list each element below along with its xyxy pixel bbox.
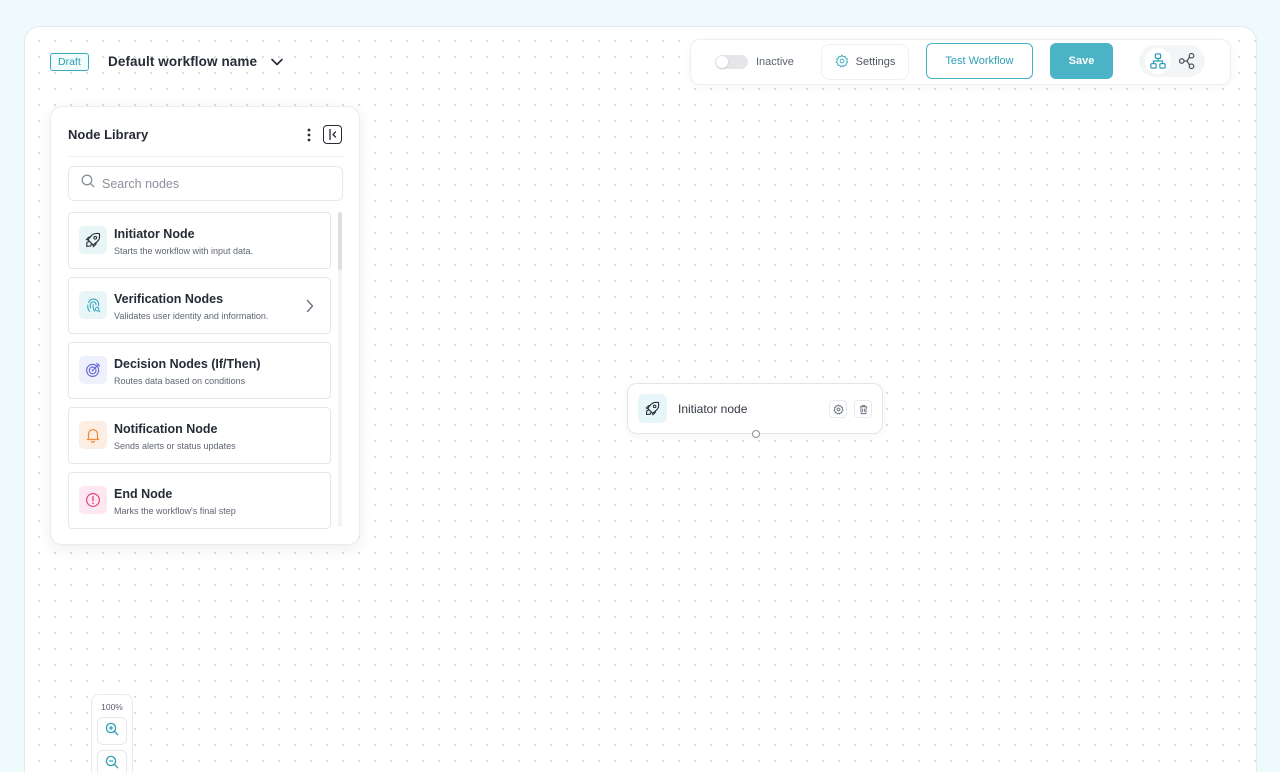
zoom-controls: 100% <box>91 694 133 772</box>
active-toggle[interactable] <box>715 55 748 69</box>
test-workflow-button[interactable]: Test Workflow <box>926 43 1033 79</box>
node-item-name: Verification Nodes <box>114 292 224 306</box>
toggle-label: Inactive <box>756 56 794 68</box>
search-box <box>68 166 343 201</box>
node-item-verification[interactable]: Verification Nodes Validates user identi… <box>68 277 331 334</box>
divider <box>68 156 344 157</box>
node-list: Initiator Node Starts the workflow with … <box>68 212 331 537</box>
panel-title: Node Library <box>68 127 149 142</box>
zoom-level: 100% <box>101 702 123 712</box>
rocket-icon <box>79 226 107 254</box>
settings-label: Settings <box>855 56 896 68</box>
scrollbar-thumb[interactable] <box>338 212 342 270</box>
search-input[interactable] <box>102 176 322 191</box>
status-badge: Draft <box>50 53 89 71</box>
canvas-node-initiator[interactable]: Initiator node <box>627 383 883 438</box>
zoom-in-button[interactable] <box>97 717 127 745</box>
node-item-initiator[interactable]: Initiator Node Starts the workflow with … <box>68 212 331 269</box>
node-item-desc: Routes data based on conditions <box>114 376 246 386</box>
save-button[interactable]: Save <box>1050 43 1113 79</box>
node-library-panel: Node Library Initiator Node Starts the w… <box>50 106 360 545</box>
workflow-canvas[interactable]: Draft Default workflow name Inactive Set… <box>24 26 1257 772</box>
chevron-right-icon[interactable] <box>304 298 316 314</box>
node-item-name: Initiator Node <box>114 227 195 241</box>
target-icon <box>79 356 107 384</box>
node-item-name: Decision Nodes (If/Then) <box>114 357 261 371</box>
output-handle[interactable] <box>752 430 760 438</box>
node-item-name: End Node <box>114 487 173 501</box>
alert-circle-icon <box>79 486 107 514</box>
settings-button[interactable]: Settings <box>821 44 909 80</box>
gear-icon <box>835 54 849 71</box>
rocket-icon <box>638 394 667 423</box>
zoom-out-icon <box>105 755 119 772</box>
tree-view-icon[interactable] <box>1144 48 1171 74</box>
more-options-icon[interactable] <box>303 126 315 144</box>
fingerprint-icon <box>79 291 107 319</box>
view-toggle <box>1139 45 1205 77</box>
search-icon <box>81 174 95 193</box>
node-item-decision[interactable]: Decision Nodes (If/Then) Routes data bas… <box>68 342 331 399</box>
node-item-desc: Validates user identity and information. <box>114 311 269 321</box>
zoom-in-icon <box>105 722 119 741</box>
bell-icon <box>79 421 107 449</box>
node-item-desc: Marks the workflow's final step <box>114 506 236 516</box>
node-item-name: Notification Node <box>114 422 218 436</box>
collapse-panel-icon[interactable] <box>323 125 342 144</box>
active-toggle-group: Inactive <box>715 55 794 69</box>
zoom-out-button[interactable] <box>97 750 127 772</box>
chevron-down-icon[interactable] <box>269 54 285 70</box>
toolbar: Inactive Settings Test Workflow Save <box>690 39 1231 85</box>
canvas-node-label: Initiator node <box>678 402 748 416</box>
node-settings-icon[interactable] <box>829 400 847 418</box>
workflow-name[interactable]: Default workflow name <box>108 54 257 69</box>
node-item-desc: Starts the workflow with input data. <box>114 246 254 256</box>
node-item-end[interactable]: End Node Marks the workflow's final step <box>68 472 331 529</box>
node-item-desc: Sends alerts or status updates <box>114 441 236 451</box>
node-item-notification[interactable]: Notification Node Sends alerts or status… <box>68 407 331 464</box>
trash-icon[interactable] <box>854 400 872 418</box>
graph-view-icon[interactable] <box>1174 48 1200 74</box>
